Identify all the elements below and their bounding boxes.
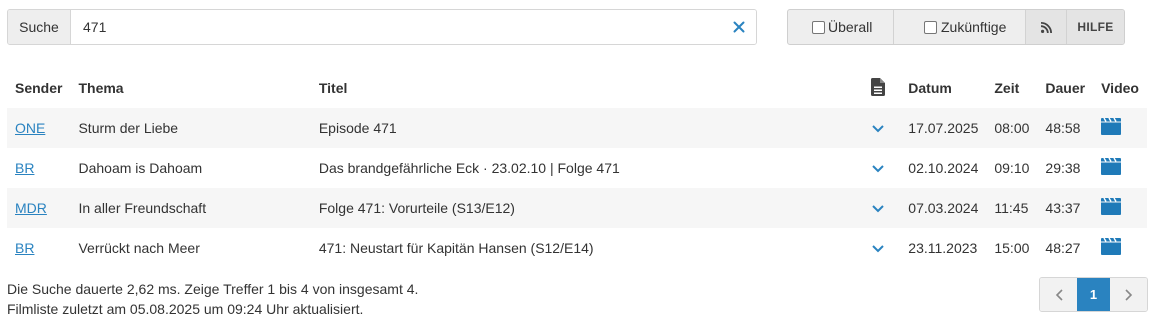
table-header-row: Sender Thema Titel Datum Zeit Dauer Vide… (7, 68, 1147, 108)
header-thema: Thema (78, 80, 124, 96)
video-clapper-icon (1101, 117, 1122, 135)
header-description (857, 68, 901, 108)
datum-cell: 17.07.2025 (900, 108, 987, 148)
future-label: Zukünftige (941, 19, 1007, 35)
toolbar: Suche Überall Zukünftige HILFE (7, 9, 1125, 45)
header-datum: Datum (908, 80, 952, 96)
header-titel: Titel (318, 80, 348, 96)
datum-cell: 07.03.2024 (900, 188, 987, 228)
table-row: BR Dahoam is Dahoam Das brandgefährliche… (7, 148, 1147, 188)
thema-cell: Verrückt nach Meer (78, 240, 200, 256)
everywhere-label: Überall (828, 19, 873, 35)
clear-search-button[interactable] (722, 10, 756, 44)
titel-cell: Das brandgefährliche Eck · 23.02.10 | Fo… (318, 160, 620, 176)
expand-description-button[interactable] (857, 148, 901, 188)
footer-info: Die Suche dauerte 2,62 ms. Zeige Treffer… (7, 279, 418, 319)
zeit-cell: 08:00 (986, 108, 1038, 148)
everywhere-option[interactable]: Überall (788, 10, 894, 44)
dauer-cell: 48:27 (1045, 240, 1081, 256)
future-checkbox[interactable] (924, 20, 937, 34)
zeit-cell: 09:10 (994, 160, 1030, 176)
video-clapper-icon (1101, 237, 1122, 255)
datum-cell: 23.11.2023 (908, 240, 978, 256)
results-table: Sender Thema Titel Datum Zeit Dauer Vide… (7, 68, 1147, 268)
table-row: ONE Sturm der Liebe Episode 471 17.07.20… (7, 108, 1147, 148)
rss-icon (1040, 21, 1052, 33)
search-label: Suche (8, 10, 71, 44)
thema-cell: In aller Freundschaft (70, 188, 311, 228)
play-video-button[interactable] (1093, 228, 1147, 268)
sender-link[interactable]: MDR (15, 200, 47, 216)
play-video-button[interactable] (1093, 148, 1147, 188)
zeit-cell: 15:00 (994, 240, 1030, 256)
search-group: Suche (7, 9, 757, 45)
sender-link[interactable]: BR (15, 240, 34, 256)
sender-link[interactable]: BR (15, 160, 34, 176)
header-dauer: Dauer (1045, 80, 1086, 96)
help-button[interactable]: HILFE (1067, 10, 1124, 44)
pagination: 1 (1039, 277, 1148, 312)
play-video-button[interactable] (1093, 108, 1147, 148)
titel-cell: Folge 471: Vorurteile (S13/E12) (310, 188, 857, 228)
dauer-cell: 29:38 (1045, 160, 1081, 176)
chevron-down-icon (872, 165, 885, 173)
play-video-button[interactable] (1093, 188, 1147, 228)
thema-cell: Sturm der Liebe (70, 108, 311, 148)
datum-cell: 02.10.2024 (908, 160, 979, 176)
dauer-cell: 48:58 (1037, 108, 1094, 148)
chevron-right-icon (1124, 288, 1132, 301)
header-zeit: Zeit (994, 80, 1020, 96)
thema-cell: Dahoam is Dahoam (78, 160, 203, 176)
rss-button[interactable] (1026, 10, 1067, 44)
chevron-down-icon (872, 245, 885, 253)
video-clapper-icon (1101, 197, 1122, 215)
search-input[interactable] (71, 10, 722, 44)
expand-description-button[interactable] (856, 108, 901, 148)
list-updated-info: Filmliste zuletzt am 05.08.2025 um 09:24… (7, 301, 364, 317)
search-options: Überall Zukünftige HILFE (787, 9, 1125, 45)
header-video: Video (1101, 80, 1139, 96)
future-option[interactable]: Zukünftige (894, 10, 1026, 44)
titel-cell: 471: Neustart für Kapitän Hansen (S12/E1… (318, 240, 594, 256)
video-clapper-icon (1101, 157, 1122, 175)
previous-page-button[interactable] (1040, 278, 1077, 311)
expand-description-button[interactable] (856, 188, 901, 228)
search-stats: Die Suche dauerte 2,62 ms. Zeige Treffer… (7, 281, 419, 297)
chevron-down-icon (872, 205, 885, 213)
dauer-cell: 43:37 (1037, 188, 1094, 228)
sender-link[interactable]: ONE (15, 120, 45, 136)
header-sender: Sender (15, 80, 63, 96)
close-icon (733, 21, 745, 33)
next-page-button[interactable] (1110, 278, 1147, 311)
chevron-left-icon (1055, 288, 1063, 301)
chevron-down-icon (872, 125, 885, 133)
table-row: BR Verrückt nach Meer 471: Neustart für … (7, 228, 1147, 268)
document-icon (871, 77, 886, 96)
page-button-current[interactable]: 1 (1077, 278, 1110, 311)
titel-cell: Episode 471 (310, 108, 857, 148)
table-row: MDR In aller Freundschaft Folge 471: Vor… (7, 188, 1147, 228)
everywhere-checkbox[interactable] (812, 20, 825, 34)
expand-description-button[interactable] (857, 228, 901, 268)
zeit-cell: 11:45 (986, 188, 1038, 228)
